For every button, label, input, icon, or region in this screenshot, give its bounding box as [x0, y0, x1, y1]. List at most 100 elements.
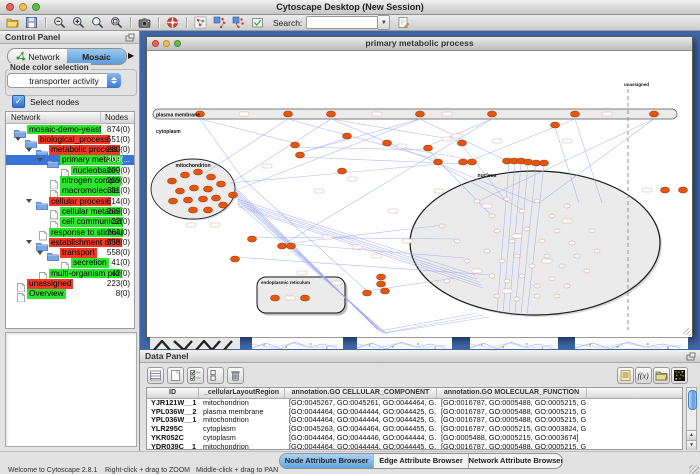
network-node[interactable]	[424, 145, 433, 151]
network-node[interactable]	[489, 274, 495, 278]
region-cell[interactable]: mitochondrion	[199, 416, 285, 425]
network-node[interactable]	[207, 174, 216, 180]
background-window-fragment[interactable]	[150, 337, 240, 349]
network-node[interactable]	[474, 199, 480, 203]
network-node[interactable]	[540, 160, 549, 166]
tree-expander-icon[interactable]	[37, 251, 43, 255]
network-node[interactable]	[204, 207, 213, 213]
float-panel-icon[interactable]	[686, 352, 696, 365]
background-window-fragment[interactable]	[252, 337, 343, 349]
dropdown-stepper-icon[interactable]	[107, 73, 121, 88]
table-row-yjr121w__1[interactable]: YJR121W__1mitochondrion[GO:0045267, GO:0…	[147, 399, 682, 408]
search-input[interactable]	[306, 16, 378, 29]
tree-row-multi-organism-pro[interactable]: multi-organism pro42(0)	[6, 268, 134, 278]
network-node[interactable]	[287, 243, 296, 249]
tree-row-cellular-metabol[interactable]: cellular metabol209(0)	[6, 206, 134, 216]
table-row-ykr052c[interactable]: YKR052Ccytoplasm[GO:0044464, GO:0044446,…	[147, 434, 682, 443]
network-window-titlebar[interactable]: primary metabolic process	[147, 37, 692, 51]
tree-row-overview[interactable]: Overview8(0)	[6, 289, 134, 299]
help-button[interactable]	[164, 15, 181, 30]
network-node[interactable]	[199, 196, 208, 202]
tree-row-macromolecule[interactable]: macromolecule311(0)	[6, 186, 134, 196]
network-node[interactable]	[190, 185, 199, 191]
network-node[interactable]	[278, 243, 287, 249]
network-node[interactable]	[434, 159, 443, 165]
cellular-component-cell[interactable]: [GO:0044464, GO:0044444, GO:0044445, G..…	[285, 443, 437, 451]
network-node[interactable]	[184, 197, 193, 203]
network-node[interactable]	[650, 111, 659, 117]
network-node[interactable]	[504, 197, 510, 201]
scroll-up-icon[interactable]: ▲	[687, 430, 696, 440]
table-row-ylr295c[interactable]: YLR295Ccytoplasm[GO:0045263, GO:0044464,…	[147, 425, 682, 434]
tree-row-cell-communicat[interactable]: cell communicat22(0)	[6, 217, 134, 227]
id-cell[interactable]: YDR039C__1	[147, 443, 199, 451]
network-node[interactable]	[549, 277, 555, 281]
network-node[interactable]	[212, 195, 221, 201]
region-cell[interactable]: cytoplasm	[199, 425, 285, 434]
background-window-fragment[interactable]	[575, 337, 688, 349]
id-cell[interactable]: YKR052C	[147, 434, 199, 443]
network-node[interactable]	[534, 284, 540, 288]
new-attribute-button[interactable]	[167, 367, 184, 384]
column-header-annotation-go-cellular-component[interactable]: annotation.GO CELLULAR_COMPONENT	[285, 388, 437, 398]
region-cell[interactable]: plasma membrane	[199, 408, 285, 417]
network-node[interactable]	[532, 160, 541, 166]
function-builder-button[interactable]: f(x)	[635, 367, 652, 384]
id-cell[interactable]: YPL036W__1	[147, 416, 199, 425]
select-attributes-button[interactable]	[187, 367, 204, 384]
network-node[interactable]	[327, 111, 336, 117]
cellular-component-cell[interactable]: [GO:0044464, GO:0044444, GO:0044425, G..…	[285, 408, 437, 417]
annotation-tool-button[interactable]	[249, 15, 266, 30]
network-node[interactable]	[514, 297, 520, 301]
unselect-attributes-button[interactable]	[207, 367, 224, 384]
network-node[interactable]	[509, 239, 515, 243]
network-view-window[interactable]: primary metabolic process plasma membran…	[146, 36, 693, 337]
network-node[interactable]	[439, 224, 445, 228]
network-node[interactable]	[377, 274, 386, 280]
network-node[interactable]	[454, 239, 460, 243]
id-cell[interactable]: YLR295C	[147, 425, 199, 434]
network-node[interactable]	[514, 254, 520, 258]
tree-row-primary-metabo[interactable]: primary metabo209(...	[6, 155, 134, 165]
more-tabs-arrow[interactable]: ▶	[128, 51, 134, 60]
network-node[interactable]	[554, 229, 560, 233]
tree-row-transport[interactable]: transport558(0)	[6, 248, 134, 258]
tab-edge-attribute-browser[interactable]: Edge Attribute Browser	[374, 454, 468, 468]
network-node[interactable]	[559, 264, 565, 268]
network-node[interactable]	[488, 111, 497, 117]
search-dropdown-arrow[interactable]: ▼	[378, 15, 390, 30]
tree-row-mosaic-demo-yeast[interactable]: mosaic-demo-yeast874(0)	[6, 124, 134, 134]
network-node[interactable]	[296, 152, 305, 158]
tree-expander-icon[interactable]	[15, 137, 21, 141]
network-node[interactable]	[219, 202, 228, 208]
tree-row-establishment-of-lo[interactable]: establishment of lo558(0)	[6, 237, 134, 247]
column-header-id[interactable]: ID	[147, 388, 199, 398]
network-node[interactable]	[661, 187, 670, 193]
network-tree-header[interactable]: Network Nodes	[6, 112, 134, 124]
network-node[interactable]	[464, 259, 470, 263]
tree-row-nucleobase-[interactable]: nucleobase-209(0)	[6, 165, 134, 175]
table-scrollbar[interactable]: ▲ ▼	[686, 387, 697, 450]
tree-row-nitrogen-compo[interactable]: nitrogen compo209(0)	[6, 176, 134, 186]
tree-row-unassigned[interactable]: unassigned223(0)	[6, 279, 134, 289]
network-node[interactable]	[544, 254, 550, 258]
tab-network[interactable]: Network	[8, 49, 67, 64]
network-node[interactable]	[458, 140, 467, 146]
network-node[interactable]	[499, 259, 505, 263]
network-node[interactable]	[504, 279, 510, 283]
tree-expander-icon[interactable]	[26, 148, 32, 152]
network-node[interactable]	[529, 264, 535, 268]
network-node[interactable]	[231, 256, 240, 262]
network-canvas[interactable]: plasma membranecytoplasmmitochondrionnuc…	[147, 51, 692, 342]
node-color-dropdown[interactable]: transporter activity	[7, 73, 121, 88]
tree-row-metabolic-process[interactable]: metabolic process280(0)	[6, 145, 134, 155]
network-node[interactable]	[534, 199, 540, 203]
network-node[interactable]	[217, 181, 226, 187]
network-node[interactable]	[564, 284, 570, 288]
network-node[interactable]	[343, 133, 352, 139]
network-node[interactable]	[594, 249, 600, 253]
network-node[interactable]	[574, 254, 580, 258]
network-node[interactable]	[519, 209, 525, 213]
network-node[interactable]	[524, 227, 530, 231]
molecular-function-cell[interactable]: [GO:0016787, GO:0005488, GO:0005215, G..…	[437, 416, 587, 425]
